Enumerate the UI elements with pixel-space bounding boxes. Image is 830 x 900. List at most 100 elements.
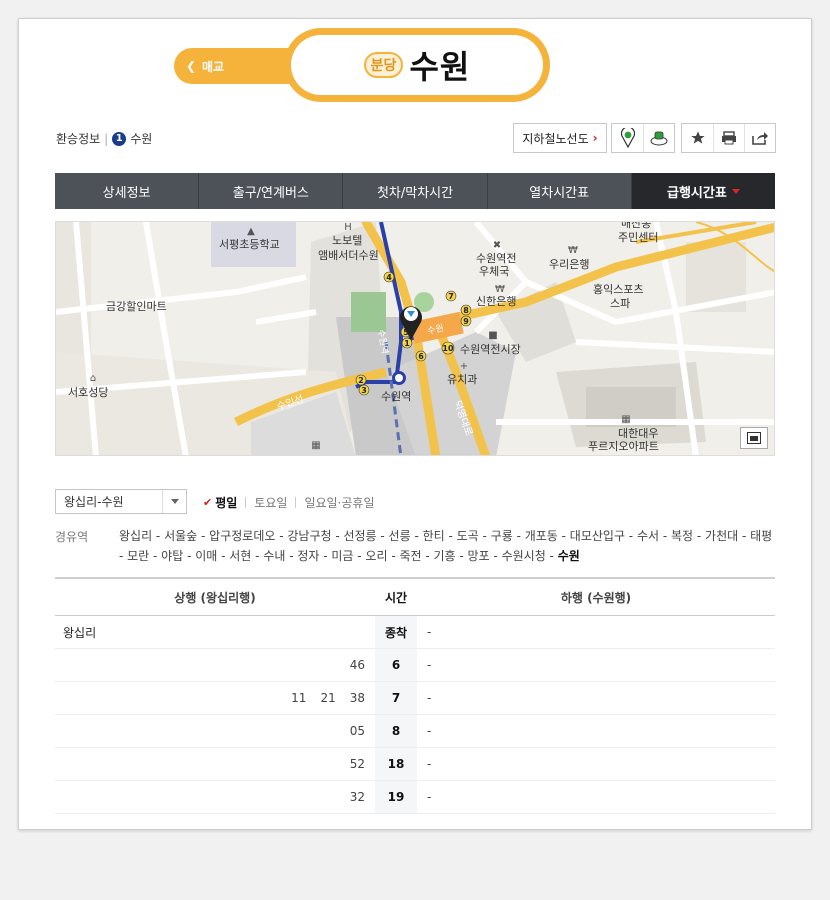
svg-text:10: 10 — [442, 344, 454, 353]
prev-station-label: 매교 — [202, 59, 225, 74]
down-value: - — [427, 691, 432, 705]
shopping-bag-icon: ■ — [488, 330, 497, 341]
hour-value: 19 — [375, 781, 417, 813]
route-select-value: 왕십리-수원 — [64, 495, 124, 509]
daytype-holiday[interactable]: 일요일·공휴일 — [304, 494, 374, 511]
svg-text:9: 9 — [463, 317, 469, 326]
route-select[interactable]: 왕십리-수원 — [55, 489, 187, 514]
map-label-post2: 우체국 — [479, 265, 509, 278]
building-icon: ▦ — [311, 440, 320, 451]
via-stations-list: 왕십리 - 서울숲 - 압구정로데오 - 강남구청 - 선정릉 - 선릉 - 한… — [119, 526, 774, 566]
express-timetable: 상행 (왕십리행) 시간 하행 (수원행) 왕십리 종착 - 46 6 - 11… — [55, 577, 775, 814]
map-label-dental: 유치과 — [447, 373, 477, 386]
bank2-icon: ₩ — [495, 284, 505, 295]
share-icon[interactable] — [744, 124, 775, 152]
exit-icon[interactable] — [643, 124, 674, 152]
daytype-weekday[interactable]: 평일 — [215, 494, 237, 511]
map-label-apt2: 푸르지오아파트 — [588, 440, 659, 453]
svg-text:1: 1 — [404, 339, 410, 348]
caret-down-icon — [731, 188, 740, 194]
daytype-saturday[interactable]: 토요일 — [254, 494, 287, 511]
transfer-info: 환승정보 | 1 수원 — [56, 130, 153, 147]
origin-time: 종착 — [375, 616, 417, 648]
map-label-hotel2: 앰배서더수원 — [318, 249, 379, 262]
tab-express-timetable[interactable]: 급행시간표 — [631, 173, 776, 209]
expand-icon — [747, 432, 761, 444]
station-title: 분당 수원 — [284, 28, 550, 102]
hour-value: 18 — [375, 748, 417, 780]
hour-value: 7 — [375, 682, 417, 714]
tab-detail[interactable]: 상세정보 — [55, 173, 200, 209]
minute-value: 21 — [320, 691, 336, 705]
svg-text:8: 8 — [463, 306, 469, 315]
map-tool-group — [611, 123, 675, 153]
svg-text:7: 7 — [448, 292, 454, 301]
map-label-bank2: 신한은행 — [476, 295, 516, 308]
station-map[interactable]: 4 5 1 6 7 8 9 10 2 3 서평초등학교 노보텔 앰배서더수원 수… — [55, 221, 775, 456]
station-name: 수원 — [409, 48, 471, 86]
action-tool-group — [681, 123, 776, 153]
tab-exit-bus[interactable]: 출구/연계버스 — [199, 173, 344, 209]
header-time: 시간 — [375, 579, 417, 615]
svg-text:4: 4 — [386, 273, 392, 282]
hotel-icon: H — [344, 222, 352, 233]
header-up: 상행 (왕십리행) — [174, 590, 256, 605]
map-label-post1: 수원역전 — [476, 252, 516, 265]
svg-text:6: 6 — [418, 352, 424, 361]
minute-value: 32 — [349, 790, 365, 804]
day-type-filter: ✔ 평일 토요일 일요일·공휴일 — [203, 494, 375, 511]
via-stations-label: 경유역 — [55, 530, 89, 544]
minute-value: 52 — [349, 757, 365, 771]
down-value: - — [427, 757, 432, 771]
apartment-icon: ▦ — [621, 414, 630, 425]
tab-timetable[interactable]: 열차시간표 — [488, 173, 632, 209]
line-1-icon: 1 — [112, 131, 127, 146]
station-pin-icon[interactable] — [612, 124, 643, 152]
map-label-market: 수원역전시장 — [460, 343, 521, 356]
map-label-station: 수원역 — [381, 390, 411, 403]
map-expand-button[interactable] — [740, 427, 768, 449]
svg-text:3: 3 — [361, 386, 367, 395]
down-value: - — [427, 658, 432, 672]
via-last-station: 수원 — [557, 549, 580, 563]
bank-icon: ₩ — [568, 245, 578, 256]
checkmark-icon: ✔ — [203, 496, 213, 509]
hour-value: 8 — [375, 715, 417, 747]
table-header: 상행 (왕십리행) 시간 하행 (수원행) — [55, 579, 775, 616]
table-row: 05 8 - — [55, 715, 775, 748]
map-label-sports1: 홍익스포츠 — [593, 282, 644, 296]
header-down: 하행 (수원행) — [560, 590, 632, 605]
subway-map-button[interactable]: 지하철노선도 › — [513, 123, 607, 153]
map-label-sports2: 스파 — [610, 297, 630, 310]
map-label-apt1: 대한대우 — [618, 427, 658, 440]
down-value: - — [427, 790, 432, 804]
table-row: 32 19 - — [55, 781, 775, 814]
favorite-star-icon[interactable] — [682, 124, 713, 152]
hour-value: 6 — [375, 649, 417, 681]
chevron-right-icon: › — [592, 131, 598, 145]
tab-first-last[interactable]: 첫차/막차시간 — [343, 173, 488, 209]
origin-down: - — [427, 625, 432, 639]
table-row: 11 21 38 7 - — [55, 682, 775, 715]
via-stations-text: 왕십리 - 서울숲 - 압구정로데오 - 강남구청 - 선정릉 - 선릉 - 한… — [119, 529, 773, 563]
church-icon: ⌂ — [90, 373, 96, 384]
subway-map-label: 지하철노선도 — [522, 131, 589, 146]
post-office-icon: ✖ — [493, 240, 501, 251]
minute-value: 11 — [291, 691, 307, 705]
map-label-bank1: 우리은행 — [549, 258, 589, 271]
table-row: 52 18 - — [55, 748, 775, 781]
origin-label: 왕십리 — [63, 625, 97, 640]
minute-value: 38 — [349, 691, 365, 705]
print-icon[interactable] — [713, 124, 744, 152]
hospital-icon: + — [460, 361, 468, 372]
map-label-mart: 금강할인마트 — [106, 300, 167, 313]
chevron-left-icon: ❮ — [185, 59, 197, 73]
map-label-church: 서호성당 — [68, 386, 108, 399]
table-row: 46 6 - — [55, 649, 775, 682]
map-label-school: 서평초등학교 — [219, 238, 280, 251]
school-icon: ▲ — [247, 226, 255, 237]
map-label-center1: 매산동 — [621, 222, 651, 230]
transfer-station-link[interactable]: 수원 — [130, 130, 152, 147]
down-value: - — [427, 724, 432, 738]
minute-value: 46 — [349, 658, 365, 672]
